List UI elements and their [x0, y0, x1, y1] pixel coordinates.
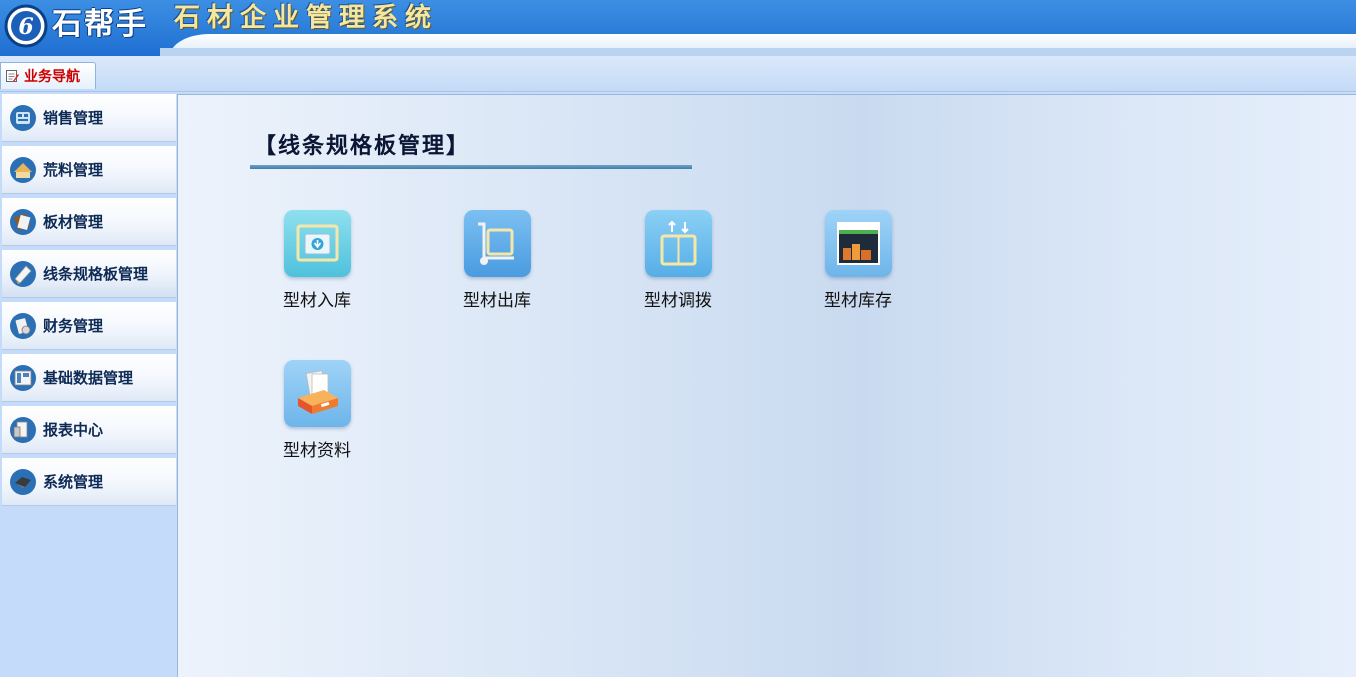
sidebar-item-base-data[interactable]: 基础数据管理	[2, 354, 176, 402]
sidebar-item-raw-material[interactable]: 荒料管理	[2, 146, 176, 194]
page-title: 【线条规格板管理】	[254, 133, 471, 159]
profile-board-icon	[10, 260, 36, 287]
tab-business-navigation[interactable]: 业务导航	[0, 62, 96, 89]
title-underline	[250, 165, 692, 169]
app-stock-out[interactable]: 型材出库	[427, 210, 567, 330]
base-data-icon	[10, 364, 36, 391]
sidebar-item-finance[interactable]: 财务管理	[2, 302, 176, 350]
header-stripe-decoration	[160, 48, 1356, 56]
stock-out-icon	[464, 210, 531, 277]
tab-business-navigation-label: 业务导航	[24, 69, 80, 85]
raw-material-icon	[10, 156, 36, 183]
logo-name: 石帮手	[52, 7, 148, 42]
sidebar-item-report[interactable]: 报表中心	[2, 406, 176, 454]
report-icon	[10, 416, 36, 443]
app-label: 型材出库	[463, 291, 531, 311]
svg-text:6: 6	[18, 14, 33, 40]
sidebar: 销售管理 荒料管理 板材管理 线条规格板管理 财务管理 基础数据管理 报表中心 …	[0, 92, 176, 677]
app-label: 型材资料	[283, 441, 351, 461]
app-label: 型材库存	[824, 291, 892, 311]
sidebar-item-label: 财务管理	[43, 317, 104, 335]
sidebar-item-sales[interactable]: 销售管理	[2, 94, 176, 142]
system-settings-icon	[10, 468, 36, 495]
sidebar-item-label: 报表中心	[43, 421, 104, 439]
sidebar-item-label: 基础数据管理	[43, 369, 134, 387]
sidebar-item-slab[interactable]: 板材管理	[2, 198, 176, 246]
app-stock-in[interactable]: 型材入库	[247, 210, 387, 330]
sidebar-item-label: 系统管理	[43, 473, 104, 491]
sidebar-item-system[interactable]: 系统管理	[2, 458, 176, 506]
sidebar-item-label: 板材管理	[43, 213, 104, 231]
main-content: 【线条规格板管理】 型材入库 型材出库 型材调拨 型材库存 型材资料	[177, 94, 1356, 677]
transfer-icon	[645, 210, 712, 277]
logo-icon: 6	[4, 4, 48, 48]
profile-info-icon	[284, 360, 351, 427]
app-label: 型材入库	[283, 291, 351, 311]
app-header: 6 石帮手 石材企业管理系统	[0, 0, 1356, 56]
slab-icon	[10, 208, 36, 235]
tab-bar: 业务导航	[0, 56, 1356, 92]
sidebar-item-label: 线条规格板管理	[43, 265, 149, 283]
inventory-icon	[825, 210, 892, 277]
notepad-icon	[6, 70, 19, 82]
app-label: 型材调拨	[644, 291, 712, 311]
sales-icon	[10, 104, 36, 131]
stock-in-icon	[284, 210, 351, 277]
app-profile-info[interactable]: 型材资料	[247, 360, 387, 480]
sidebar-item-label: 荒料管理	[43, 161, 104, 179]
system-title: 石材企业管理系统	[174, 3, 439, 33]
sidebar-item-profile-board[interactable]: 线条规格板管理	[2, 250, 176, 298]
app-inventory[interactable]: 型材库存	[788, 210, 928, 330]
app-transfer[interactable]: 型材调拨	[608, 210, 748, 330]
sidebar-item-label: 销售管理	[43, 109, 104, 127]
finance-icon	[10, 312, 36, 339]
